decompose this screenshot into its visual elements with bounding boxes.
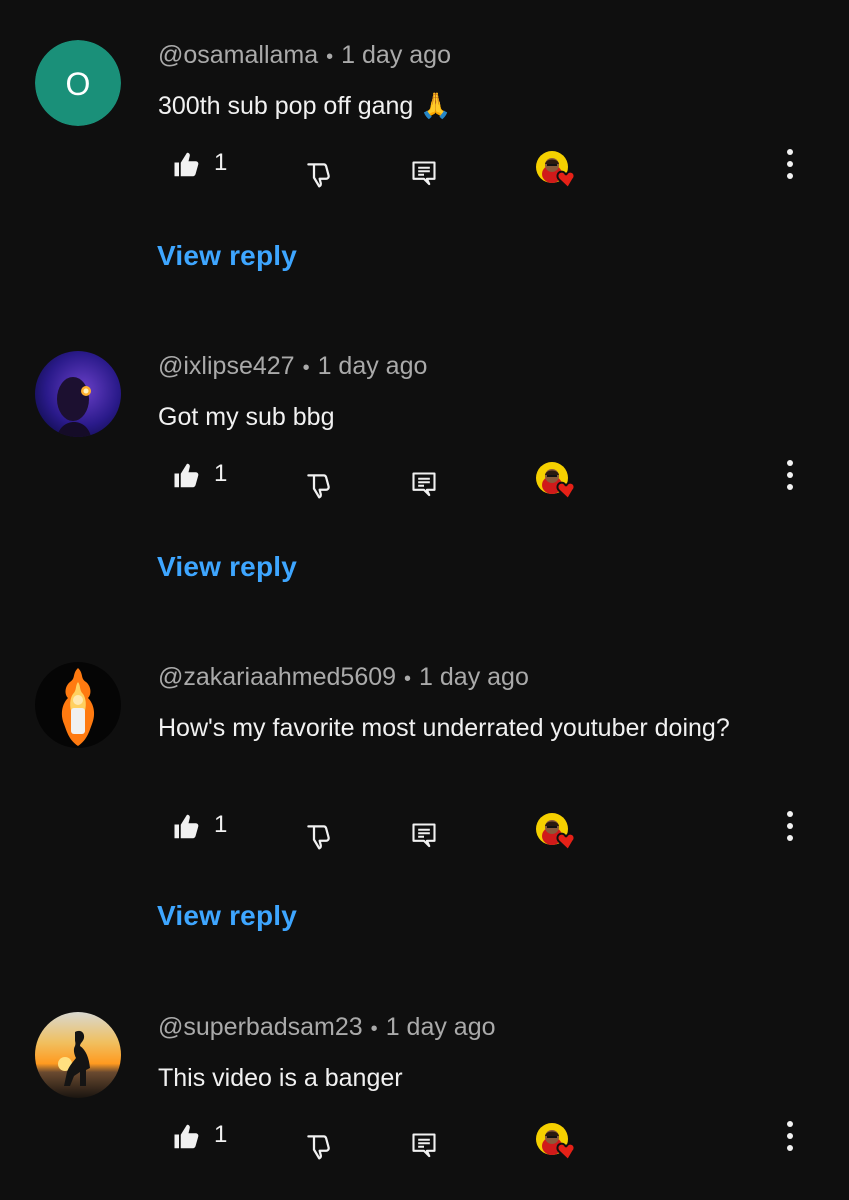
more-vert-icon <box>786 1120 794 1152</box>
more-vert-icon <box>786 148 794 180</box>
avatar[interactable] <box>35 351 121 437</box>
comment-text: 300th sub pop off gang 🙏 <box>158 92 452 120</box>
username[interactable]: @ixlipse427 <box>158 352 295 380</box>
comment-reply-icon <box>410 158 438 188</box>
thumbs-up-icon <box>172 461 202 491</box>
comment-meta: @ixlipse427 • 1 day ago <box>158 351 427 383</box>
more-options-button[interactable] <box>786 144 804 184</box>
like-button[interactable]: 1 <box>172 460 228 491</box>
username[interactable]: @osamallama <box>158 41 318 69</box>
timestamp: 1 day ago <box>419 663 529 691</box>
thumbs-down-icon <box>304 471 334 501</box>
comment-actions: 1 <box>0 811 849 862</box>
separator-dot: • <box>404 668 412 690</box>
like-button[interactable]: 1 <box>172 811 228 842</box>
thumbs-down-icon <box>304 822 334 852</box>
more-options-button[interactable] <box>786 806 804 846</box>
creator-heart-icon <box>534 461 580 501</box>
reply-button[interactable] <box>410 820 438 850</box>
thumbs-up-icon <box>172 1122 202 1152</box>
comment-meta: @osamallama • 1 day ago <box>158 40 451 72</box>
dislike-button[interactable] <box>304 1132 334 1162</box>
like-count: 1 <box>214 1121 228 1148</box>
comment-reply-icon <box>410 1130 438 1160</box>
view-reply-button[interactable]: View reply <box>157 551 297 583</box>
username[interactable]: @zakariaahmed5609 <box>158 663 396 691</box>
avatar-letter: O <box>66 66 91 102</box>
avatar[interactable]: O <box>35 40 121 126</box>
like-count: 1 <box>214 149 228 176</box>
creator-heart-icon <box>534 812 580 852</box>
timestamp: 1 day ago <box>341 41 451 69</box>
creator-heart-icon <box>534 1122 580 1162</box>
comment-text: This video is a banger <box>158 1064 403 1092</box>
view-reply-button[interactable]: View reply <box>157 900 297 932</box>
like-count: 1 <box>214 811 228 838</box>
creator-heart-badge <box>534 150 580 190</box>
more-vert-icon <box>786 810 794 842</box>
creator-heart-badge <box>534 1122 580 1162</box>
separator-dot: • <box>302 357 310 379</box>
avatar[interactable] <box>35 662 121 748</box>
dislike-button[interactable] <box>304 822 334 852</box>
thumbs-up-icon <box>172 150 202 180</box>
thumbs-down-icon <box>304 1132 334 1162</box>
separator-dot: • <box>370 1018 378 1040</box>
more-vert-icon <box>786 459 794 491</box>
timestamp: 1 day ago <box>385 1013 496 1041</box>
thumbs-down-icon <box>304 160 334 190</box>
username[interactable]: @superbadsam23 <box>158 1013 363 1041</box>
like-count: 1 <box>214 460 228 487</box>
creator-heart-badge <box>534 461 580 501</box>
comment-actions: 1 <box>0 460 849 511</box>
dislike-button[interactable] <box>304 471 334 501</box>
reply-button[interactable] <box>410 1130 438 1160</box>
comment-reply-icon <box>410 469 438 499</box>
dislike-button[interactable] <box>304 160 334 190</box>
comment-actions: 1 <box>0 1121 849 1172</box>
comment-reply-icon <box>410 820 438 850</box>
thumbs-up-icon <box>172 812 202 842</box>
more-options-button[interactable] <box>786 1116 804 1156</box>
comment-meta: @zakariaahmed5609 • 1 day ago <box>158 662 529 694</box>
comment-text: How's my favorite most underrated youtub… <box>158 714 730 742</box>
comment-text: Got my sub bbg <box>158 403 335 431</box>
timestamp: 1 day ago <box>317 352 428 380</box>
like-button[interactable]: 1 <box>172 149 228 180</box>
separator-dot: • <box>326 46 334 68</box>
more-options-button[interactable] <box>786 455 804 495</box>
creator-heart-icon <box>534 150 580 190</box>
reply-button[interactable] <box>410 158 438 188</box>
view-reply-button[interactable]: View reply <box>157 240 297 272</box>
reply-button[interactable] <box>410 469 438 499</box>
like-button[interactable]: 1 <box>172 1121 228 1152</box>
avatar[interactable] <box>35 1012 121 1098</box>
creator-heart-badge <box>534 812 580 852</box>
comment-actions: 1 <box>0 149 849 200</box>
comment-meta: @superbadsam23 • 1 day ago <box>158 1012 496 1044</box>
